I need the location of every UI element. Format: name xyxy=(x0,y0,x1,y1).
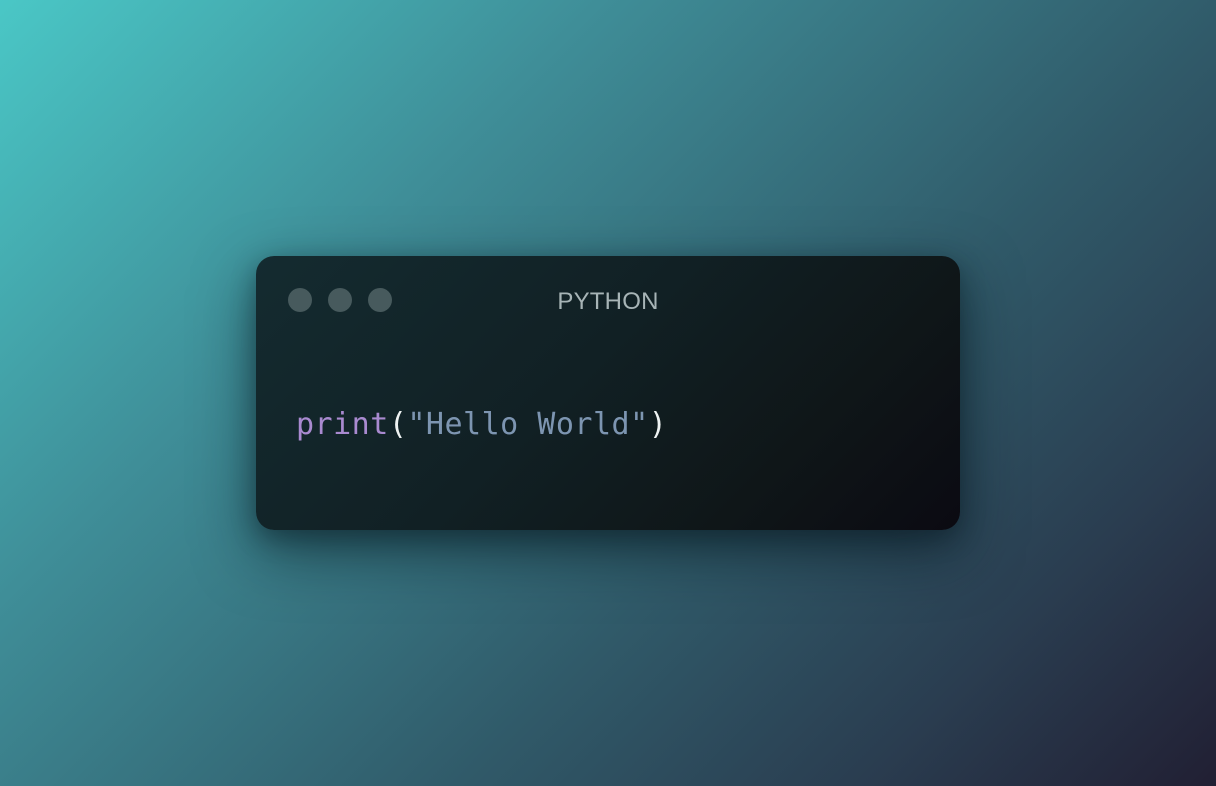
language-title: PYTHON xyxy=(557,288,659,315)
function-token: print xyxy=(296,407,389,442)
code-window: PYTHON print("Hello World") xyxy=(256,256,960,530)
open-paren-token: ( xyxy=(388,407,408,442)
string-token: "Hello World" xyxy=(407,407,649,442)
code-line: print("Hello World") xyxy=(296,410,667,440)
close-paren-token: ) xyxy=(648,407,668,442)
page-background: { "window": { "title": "PYTHON", "contro… xyxy=(0,0,1216,786)
